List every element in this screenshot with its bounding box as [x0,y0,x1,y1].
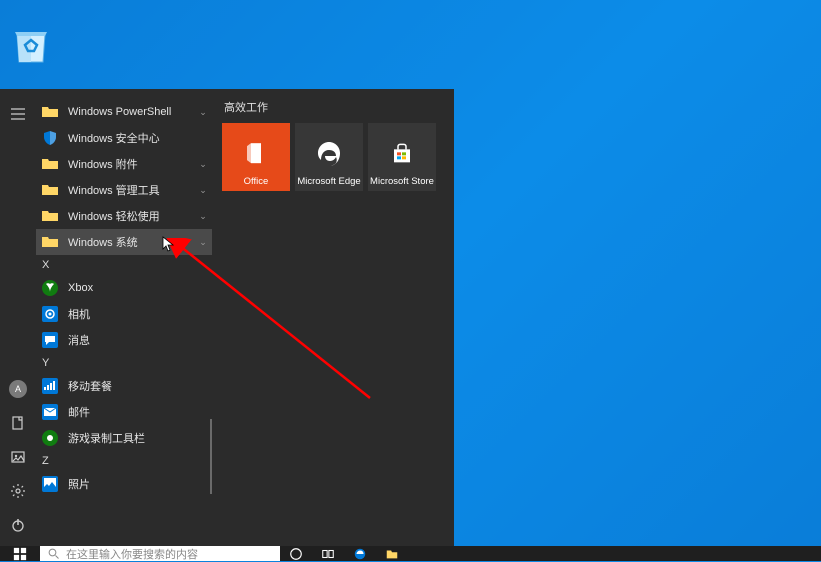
tile-label: Office [244,176,269,187]
app-label: 移动套餐 [68,378,212,394]
app-label: Windows 系统 [68,234,194,250]
shield-icon [40,128,60,148]
recycle-bin-icon[interactable] [3,20,59,73]
edge-icon [315,139,343,170]
office-icon [243,140,269,169]
tile-label: Microsoft Store [370,176,434,187]
cortana-icon[interactable] [280,546,312,561]
app-label: 相机 [68,306,212,322]
pictures-icon[interactable] [0,440,36,474]
store-icon [390,141,414,168]
app-item-xbox[interactable]: Xbox [36,275,212,301]
app-item-camera[interactable]: 相机 [36,301,212,327]
search-placeholder: 在这里输入你要搜索的内容 [66,546,198,562]
tile-store[interactable]: Microsoft Store [368,123,436,191]
folder-icon [40,102,60,122]
power-icon[interactable] [0,508,36,542]
app-label: Windows 管理工具 [68,182,194,198]
app-item-accessories[interactable]: Windows 附件 ⌄ [36,151,212,177]
taskbar-explorer-icon[interactable] [376,546,408,561]
tile-office[interactable]: Office [222,123,290,191]
gamebar-icon [40,428,60,448]
letter-header-x[interactable]: X [36,255,212,275]
app-label: 消息 [68,332,212,348]
documents-icon[interactable] [0,406,36,440]
photos-icon [40,474,60,494]
folder-icon [40,154,60,174]
tile-label: Microsoft Edge [297,176,360,187]
chevron-down-icon: ⌄ [194,211,212,222]
all-apps-list: Windows PowerShell ⌄ Windows 安全中心 Window… [36,89,212,546]
cellular-icon [40,376,60,396]
app-item-mail[interactable]: 邮件 [36,399,212,425]
folder-icon [40,180,60,200]
app-label: Xbox [68,282,212,294]
chevron-down-icon: ⌄ [194,159,212,170]
app-label: Windows 安全中心 [68,130,212,146]
app-label: Windows PowerShell [68,106,194,118]
app-item-gamebar[interactable]: 游戏录制工具栏 [36,425,212,451]
letter-header-y[interactable]: Y [36,353,212,373]
app-label: 照片 [68,476,212,492]
search-icon [48,548,60,560]
app-item-powershell[interactable]: Windows PowerShell ⌄ [36,99,212,125]
start-button[interactable] [0,546,40,561]
app-item-mobile-plans[interactable]: 移动套餐 [36,373,212,399]
app-item-messaging[interactable]: 消息 [36,327,212,353]
app-item-photos[interactable]: 照片 [36,471,212,497]
letter-header-z[interactable]: Z [36,451,212,471]
app-label: 邮件 [68,404,212,420]
hamburger-icon[interactable] [0,97,36,131]
task-view-icon[interactable] [312,546,344,561]
app-item-windows-system[interactable]: Windows 系统 ⌄ [36,229,212,255]
settings-icon[interactable] [0,474,36,508]
xbox-icon [40,278,60,298]
tiles-panel: 高效工作 Office Microsoft Edge Microsoft Sto… [212,89,454,546]
chevron-down-icon: ⌄ [194,237,212,248]
tiles-group-header[interactable]: 高效工作 [222,99,444,115]
app-item-ease-of-access[interactable]: Windows 轻松使用 ⌄ [36,203,212,229]
chevron-down-icon: ⌄ [194,185,212,196]
user-avatar[interactable]: A [0,372,36,406]
app-label: Windows 附件 [68,156,194,172]
camera-icon [40,304,60,324]
folder-icon [40,206,60,226]
message-icon [40,330,60,350]
start-menu: A Windows PowerShell ⌄ Windows 安全中心 [0,89,454,546]
start-rail: A [0,89,36,546]
scrollbar-thumb[interactable] [210,419,212,494]
taskbar: 在这里输入你要搜索的内容 [0,546,821,561]
tile-edge[interactable]: Microsoft Edge [295,123,363,191]
taskbar-edge-icon[interactable] [344,546,376,561]
taskbar-search[interactable]: 在这里输入你要搜索的内容 [40,546,280,561]
chevron-down-icon: ⌄ [194,107,212,118]
mail-icon [40,402,60,422]
app-label: 游戏录制工具栏 [68,430,212,446]
app-item-admin-tools[interactable]: Windows 管理工具 ⌄ [36,177,212,203]
app-label: Windows 轻松使用 [68,208,194,224]
folder-icon [40,232,60,252]
app-item-security[interactable]: Windows 安全中心 [36,125,212,151]
